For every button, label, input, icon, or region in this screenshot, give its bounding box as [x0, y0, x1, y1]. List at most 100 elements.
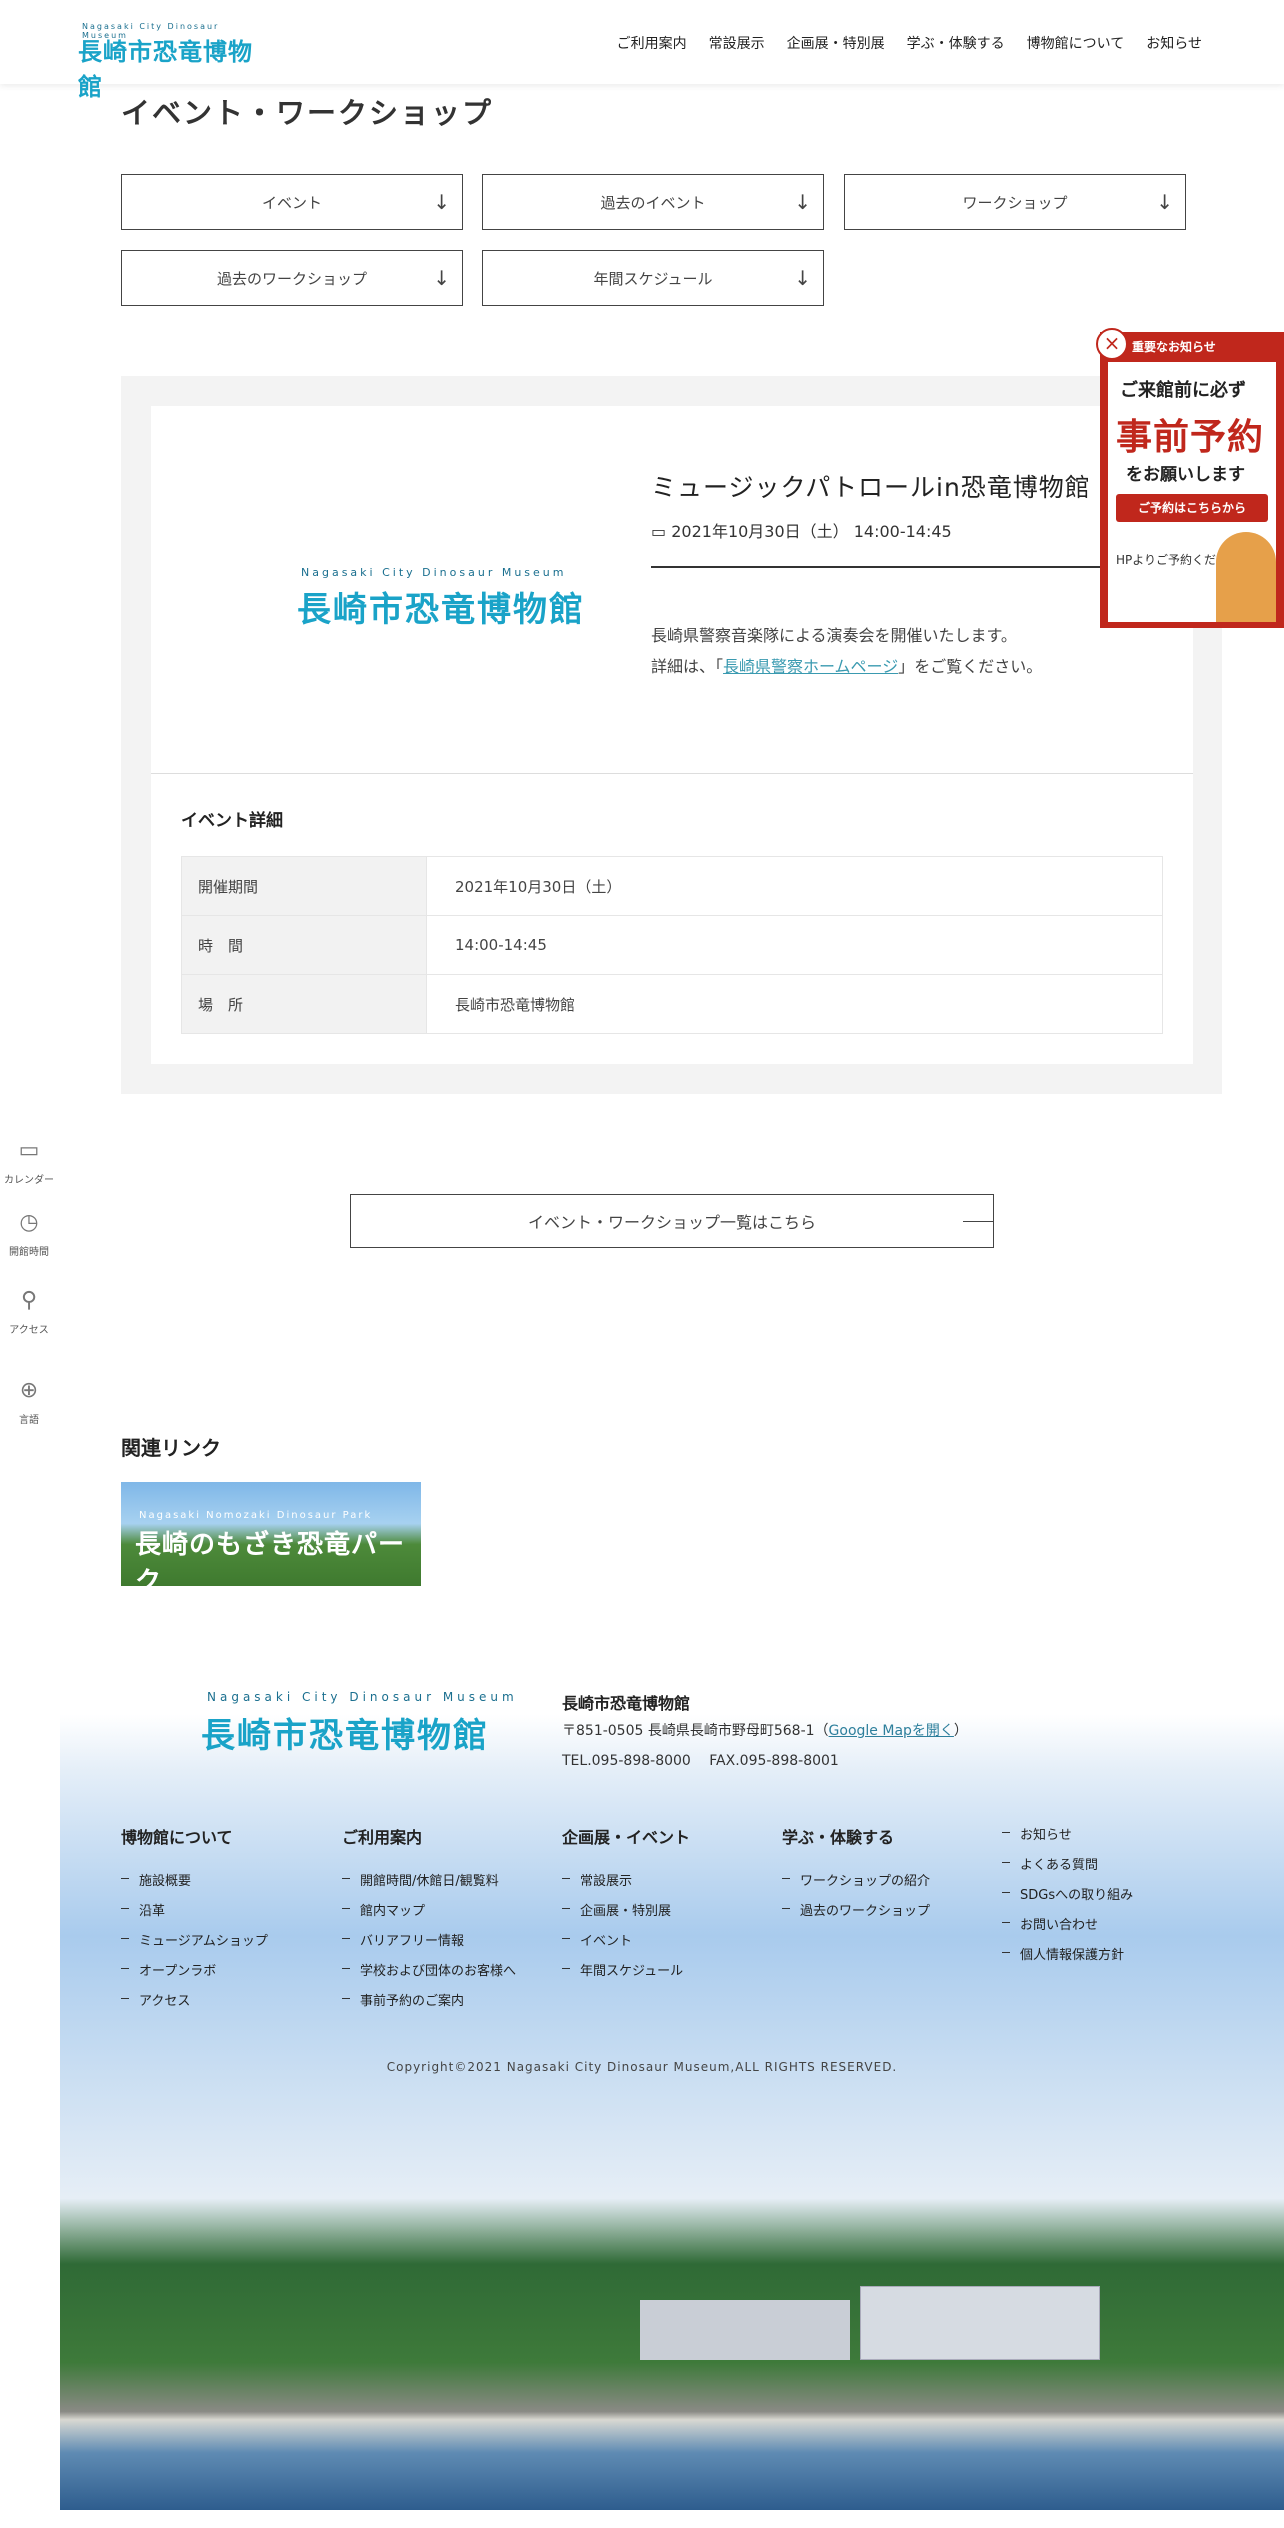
site-logo[interactable]: Nagasaki City Dinosaur Museum 長崎市恐竜博物館 [32, 22, 268, 101]
filter-past-events-button[interactable]: 過去のイベント ↓ [482, 174, 824, 230]
detail-key: 開催期間 [181, 856, 427, 916]
banner-subtitle: Nagasaki Nomozaki Dinosaur Park [139, 1510, 373, 1521]
event-image-logo: Nagasaki City Dinosaur Museum 長崎市恐竜博物館 [231, 566, 591, 636]
related-links-heading: 関連リンク [121, 1436, 221, 1460]
footer-column-heading: 企画展・イベント [562, 1828, 691, 1847]
footer-link[interactable]: オープンラボ [121, 1960, 268, 1990]
side-calendar-link[interactable]: ▭ カレンダー [0, 1138, 58, 1186]
table-row: 開催期間 2021年10月30日（土） [181, 856, 1163, 916]
popup-line3: をお願いします [1126, 465, 1245, 485]
footer-link[interactable]: よくある質問 [1002, 1854, 1133, 1884]
nav-guide[interactable]: ご利用案内 [617, 33, 687, 53]
footer-link[interactable]: アクセス [121, 1990, 268, 2020]
museum-building-image [640, 2300, 850, 2360]
description-line: 長崎県警察音楽隊による演奏会を開催いたします。 [651, 626, 1017, 645]
footer-link[interactable]: ミュージアムショップ [121, 1930, 268, 1960]
filter-past-workshops-button[interactable]: 過去のワークショップ ↓ [121, 250, 463, 306]
nav-permanent[interactable]: 常設展示 [709, 33, 765, 53]
footer-link[interactable]: ワークショップの紹介 [782, 1870, 930, 1900]
table-row: 時 間 14:00-14:45 [181, 915, 1163, 975]
museum-building-image [860, 2286, 1100, 2360]
popup-line2: 事前予約 [1116, 417, 1265, 458]
side-label: アクセス [9, 1325, 49, 1336]
footer-column-guide: ご利用案内 開館時間/休館日/観覧料 館内マップ バリアフリー情報 学校および団… [342, 1824, 516, 2020]
footer-link[interactable]: 館内マップ [342, 1900, 516, 1930]
footer-link[interactable]: 施設概要 [121, 1870, 268, 1900]
footer-link[interactable]: 企画展・特別展 [562, 1900, 690, 1930]
footer-link[interactable]: お知らせ [1002, 1824, 1133, 1854]
footer-link[interactable]: お問い合わせ [1002, 1914, 1133, 1944]
detail-heading: イベント詳細 [181, 811, 283, 831]
footer-link[interactable]: 過去のワークショップ [782, 1900, 930, 1930]
address-text: ） [953, 1723, 968, 1739]
side-hours-link[interactable]: ◷ 開館時間 [0, 1210, 58, 1258]
nav-about[interactable]: 博物館について [1027, 33, 1125, 53]
description-text: 詳細は、「 [651, 657, 724, 676]
filter-label: ワークショップ [962, 193, 1068, 212]
description-text: 」をご覧ください。 [898, 657, 1043, 676]
footer-link[interactable]: 年間スケジュール [562, 1960, 690, 1990]
detail-value: 14:00-14:45 [426, 915, 1163, 975]
side-language-link[interactable]: ⊕ 言語 [0, 1378, 58, 1426]
dinosaur-park-banner[interactable]: Nagasaki Nomozaki Dinosaur Park 長崎のもざき恐竜… [121, 1482, 421, 1597]
event-list-button[interactable]: イベント・ワークショップ一覧はこちら [350, 1194, 994, 1248]
footer-logo[interactable]: Nagasaki City Dinosaur Museum 長崎市恐竜博物館 [121, 1690, 521, 1760]
event-title: ミュージックパトロールin恐竜博物館 [651, 473, 1091, 502]
footer-background [60, 1690, 1284, 2510]
popup-reserve-button[interactable]: ご予約はこちらから [1116, 494, 1268, 522]
footer-link[interactable]: 常設展示 [562, 1870, 690, 1900]
footer-link[interactable]: 学校および団体のお客様へ [342, 1960, 516, 1990]
reservation-notice-popup[interactable]: 重要なお知らせ ご来館前に必ず 事前予約 をお願いします ご予約はこちらから H… [1100, 332, 1284, 628]
filter-events-button[interactable]: イベント ↓ [121, 174, 463, 230]
filter-label: イベント [261, 193, 322, 212]
footer-column-about: 博物館について 施設概要 沿革 ミュージアムショップ オープンラボ アクセス [121, 1824, 268, 2020]
side-label: 開館時間 [9, 1247, 49, 1258]
footer-tel-fax: TEL.095-898-8000 FAX.095-898-8001 [562, 1753, 839, 1769]
filter-schedule-button[interactable]: 年間スケジュール ↓ [482, 250, 824, 306]
footer-logo-title: 長崎市恐竜博物館 [201, 1716, 489, 1756]
side-access-link[interactable]: ⚲ アクセス [0, 1288, 58, 1336]
filter-label: 過去のイベント [600, 193, 706, 212]
google-map-link[interactable]: Google Mapを開く [829, 1723, 954, 1739]
footer-column-heading: ご利用案内 [342, 1828, 423, 1847]
detail-value: 2021年10月30日（土） [426, 856, 1163, 916]
filter-label: 過去のワークショップ [216, 269, 367, 288]
card-divider [151, 773, 1193, 774]
footer-link[interactable]: 個人情報保護方針 [1002, 1944, 1133, 1974]
globe-icon: ⊕ [19, 1378, 39, 1403]
footer-museum-name: 長崎市恐竜博物館 [562, 1694, 691, 1713]
filter-label: 年間スケジュール [593, 269, 713, 288]
popup-body: ご来館前に必ず 事前予約 をお願いします ご予約はこちらから HPよりご予約くだ… [1108, 362, 1276, 622]
footer-link[interactable]: バリアフリー情報 [342, 1930, 516, 1960]
footer-link[interactable]: 事前予約のご案内 [342, 1990, 516, 2020]
nav-news[interactable]: お知らせ [1146, 33, 1202, 53]
nav-learn[interactable]: 学ぶ・体験する [907, 33, 1005, 53]
arrow-down-icon: ↓ [794, 266, 811, 290]
address-text: 〒851-0505 長崎県長崎市野母町568-1（ [562, 1723, 829, 1739]
footer-link[interactable]: 開館時間/休館日/観覧料 [342, 1870, 516, 1900]
footer-column-other: お知らせ よくある質問 SDGsへの取り組み お問い合わせ 個人情報保護方針 [1002, 1824, 1133, 1974]
calendar-icon: ▭ [18, 1138, 40, 1163]
logo-title: 長崎市恐竜博物館 [78, 38, 253, 101]
popup-header: 重要なお知らせ [1132, 340, 1216, 354]
clock-icon: ◷ [19, 1210, 39, 1235]
event-card: Nagasaki City Dinosaur Museum 長崎市恐竜博物館 ミ… [151, 406, 1193, 1064]
copyright: Copyright©2021 Nagasaki City Dinosaur Mu… [386, 2060, 898, 2074]
filter-workshops-button[interactable]: ワークショップ ↓ [844, 174, 1186, 230]
close-icon[interactable]: × [1096, 328, 1128, 360]
line-arrow-icon [963, 1221, 993, 1222]
event-image-title: 長崎市恐竜博物館 [297, 590, 585, 630]
police-homepage-link[interactable]: 長崎県警察ホームページ [723, 657, 898, 676]
footer-link[interactable]: SDGsへの取り組み [1002, 1884, 1133, 1914]
main-nav: ご利用案内 常設展示 企画展・特別展 学ぶ・体験する 博物館について お知らせ [617, 33, 1202, 53]
footer-link[interactable]: 沿革 [121, 1900, 268, 1930]
footer-address: 〒851-0505 長崎県長崎市野母町568-1（Google Mapを開く） [562, 1720, 968, 1740]
event-image-subtitle: Nagasaki City Dinosaur Museum [301, 566, 567, 579]
event-list-label: イベント・ワークショップ一覧はこちら [527, 1213, 816, 1232]
popup-line1: ご来館前に必ず [1120, 380, 1246, 401]
nav-special[interactable]: 企画展・特別展 [787, 33, 885, 53]
footer-link[interactable]: イベント [562, 1930, 690, 1960]
event-date-text: 2021年10月30日（土） 14:00-14:45 [671, 522, 952, 541]
footer-column-exhibits: 企画展・イベント 常設展示 企画展・特別展 イベント 年間スケジュール [562, 1824, 690, 1990]
side-label: カレンダー [4, 1175, 54, 1186]
